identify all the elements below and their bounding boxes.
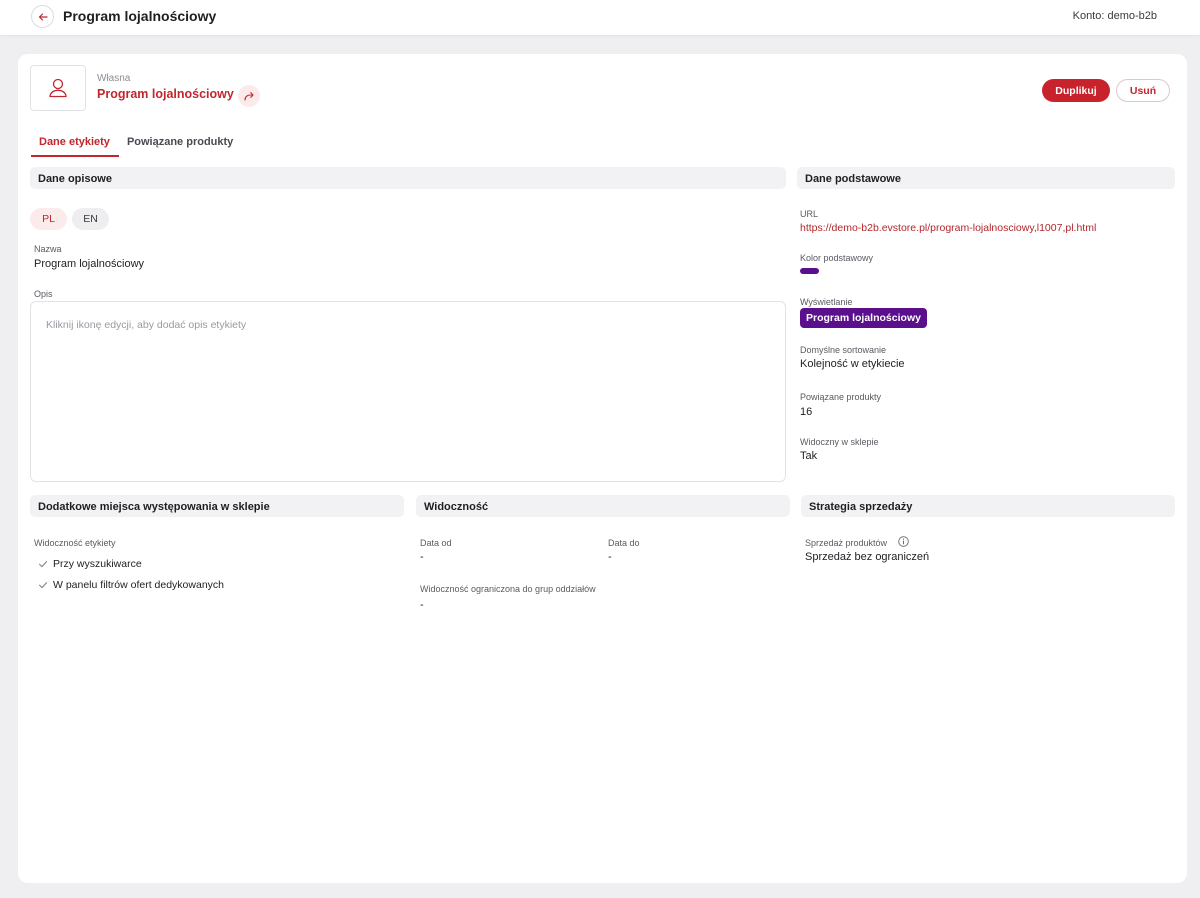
- branch-groups-label: Widoczność ograniczona do grup oddziałów: [420, 584, 596, 594]
- main-card: Własna Program lojalnościowy Duplikuj Us…: [18, 54, 1187, 883]
- share-button[interactable]: [238, 85, 260, 107]
- date-from-label: Data od: [420, 538, 452, 548]
- section-sales-header: Strategia sprzedaży: [801, 495, 1175, 517]
- description-box[interactable]: Kliknij ikonę edycji, aby dodać opis ety…: [30, 301, 786, 482]
- delete-button[interactable]: Usuń: [1116, 79, 1170, 102]
- language-pill-en[interactable]: EN: [72, 208, 109, 230]
- branch-groups-value: -: [420, 599, 424, 611]
- related-products-label: Powiązane produkty: [800, 392, 882, 402]
- date-to-value: -: [608, 551, 612, 563]
- url-link[interactable]: https://demo-b2b.evstore.pl/program-loja…: [800, 222, 1096, 234]
- language-pill-pl[interactable]: PL: [30, 208, 67, 230]
- visible-in-store-label: Widoczny w sklepie: [800, 437, 879, 447]
- base-color-swatch: [800, 268, 819, 274]
- placement-list: Przy wyszukiwarce W panelu filtrów ofert …: [38, 553, 224, 595]
- label-icon-tile: [30, 65, 86, 111]
- date-from-value: -: [420, 551, 424, 563]
- placement-item-label: Przy wyszukiwarce: [53, 557, 142, 570]
- section-basic-header: Dane podstawowe: [797, 167, 1175, 189]
- check-icon: [39, 581, 48, 588]
- default-sort-label: Domyślne sortowanie: [800, 345, 887, 355]
- page-title: Program lojalnościowy: [63, 8, 217, 24]
- info-icon[interactable]: [898, 536, 909, 547]
- label-kind: Własna: [97, 73, 131, 84]
- url-label: URL: [800, 209, 819, 219]
- section-descriptive-header: Dane opisowe: [30, 167, 786, 189]
- user-icon: [49, 78, 67, 98]
- placement-item: W panelu filtrów ofert dedykowanych: [38, 574, 224, 595]
- arrow-left-icon: [38, 12, 48, 21]
- description-label: Opis: [34, 289, 53, 299]
- name-label: Nazwa: [34, 244, 62, 254]
- date-to-label: Data do: [608, 538, 640, 548]
- product-sales-label: Sprzedaż produktów: [805, 538, 888, 548]
- back-button[interactable]: [31, 5, 54, 28]
- duplicate-button[interactable]: Duplikuj: [1042, 79, 1110, 102]
- tab-label-data[interactable]: Dane etykiety: [31, 130, 119, 157]
- placement-item: Przy wyszukiwarce: [38, 553, 224, 574]
- label-visibility-label: Widoczność etykiety: [34, 538, 116, 548]
- placement-item-label: W panelu filtrów ofert dedykowanych: [53, 578, 224, 591]
- default-sort-value: Kolejność w etykiecie: [800, 358, 905, 370]
- share-arrow-icon: [244, 92, 254, 101]
- label-name: Program lojalnościowy: [97, 87, 234, 101]
- check-icon: [39, 560, 48, 567]
- top-bar: Program lojalnościowy Konto: demo-b2b: [0, 0, 1200, 35]
- product-sales-value: Sprzedaż bez ograniczeń: [805, 551, 930, 563]
- base-color-label: Kolor podstawowy: [800, 253, 874, 263]
- related-products-value: 16: [800, 406, 813, 418]
- name-value: Program lojalnościowy: [34, 258, 145, 270]
- language-switcher: PL EN: [30, 208, 109, 230]
- description-placeholder: Kliknij ikonę edycji, aby dodać opis ety…: [46, 319, 247, 331]
- tab-related-products[interactable]: Powiązane produkty: [119, 130, 242, 157]
- display-label: Wyświetlanie: [800, 297, 853, 307]
- visible-in-store-value: Tak: [800, 450, 818, 462]
- tab-strip: Dane etykiety Powiązane produkty: [31, 130, 242, 157]
- section-visibility-header: Widoczność: [416, 495, 790, 517]
- display-badge: Program lojalnościowy: [800, 308, 927, 328]
- section-placements-header: Dodatkowe miejsca występowania w sklepie: [30, 495, 404, 517]
- account-label: Konto: demo-b2b: [1072, 10, 1157, 22]
